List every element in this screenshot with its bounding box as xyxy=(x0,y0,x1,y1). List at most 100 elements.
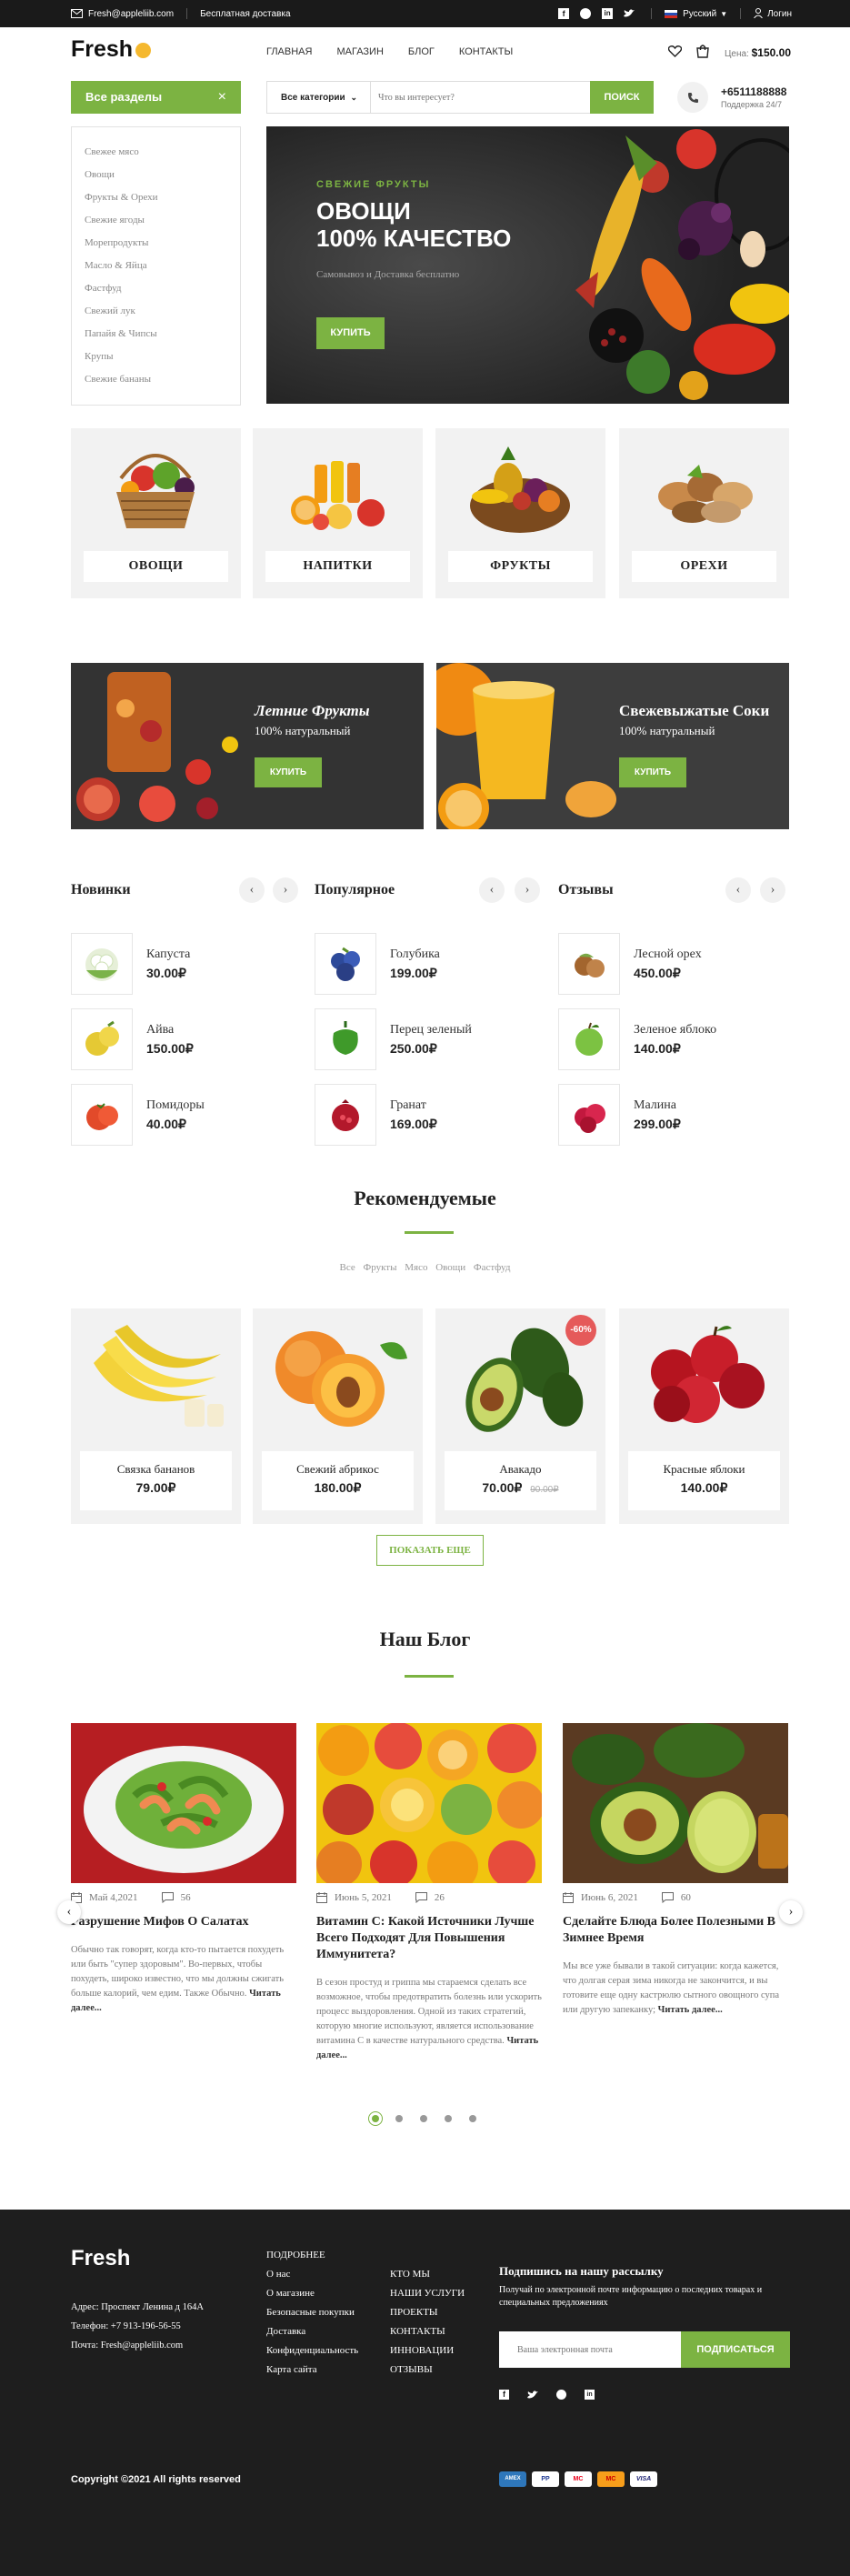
nav-home[interactable]: ГЛАВНАЯ xyxy=(266,46,312,57)
close-icon[interactable]: × xyxy=(218,81,226,114)
category-item[interactable]: Свежее мясо xyxy=(85,141,240,164)
carousel-dot[interactable] xyxy=(469,2115,476,2122)
category-card-drinks[interactable]: НАПИТКИ xyxy=(253,428,423,598)
footer-link[interactable]: Доставка xyxy=(266,2322,358,2341)
linkedin-icon[interactable]: in xyxy=(585,2390,595,2400)
facebook-icon[interactable]: f xyxy=(558,8,570,19)
footer-logo[interactable]: Fresh xyxy=(71,2246,130,2271)
list-item[interactable]: Малина 299.00₽ xyxy=(558,1084,681,1146)
post-title[interactable]: Витамин С: Какой Источники Лучше Всего П… xyxy=(316,1914,542,1963)
chevron-left-icon[interactable]: ‹ xyxy=(479,877,505,903)
post-title[interactable]: Сделайте Блюда Более Полезными В Зимнее … xyxy=(563,1914,788,1947)
banner-buy-button[interactable]: КУПИТЬ xyxy=(619,757,686,787)
carousel-dot[interactable] xyxy=(420,2115,427,2122)
chevron-left-icon[interactable]: ‹ xyxy=(239,877,265,903)
read-more-link[interactable]: Читать далее... xyxy=(658,2005,723,2015)
cart-icon[interactable] xyxy=(696,45,709,62)
nav-shop[interactable]: МАГАЗИН xyxy=(336,46,383,57)
category-card-nuts[interactable]: ОРЕХИ xyxy=(619,428,789,598)
category-item[interactable]: Крупы xyxy=(85,346,240,368)
category-item[interactable]: Овощи xyxy=(85,164,240,186)
carousel-dot[interactable] xyxy=(395,2115,403,2122)
login-link[interactable]: Логин xyxy=(767,9,792,19)
footer-link[interactable]: Безопасные покупки xyxy=(266,2303,358,2322)
hero-buy-button[interactable]: КУПИТЬ xyxy=(316,317,385,349)
all-categories-button[interactable]: Все разделы × xyxy=(71,81,241,114)
category-item[interactable]: Морепродукты xyxy=(85,232,240,255)
list-item[interactable]: Помидоры 40.00₽ xyxy=(71,1084,205,1146)
category-item[interactable]: Фастфуд xyxy=(85,277,240,300)
category-item[interactable]: Свежий лук xyxy=(85,300,240,323)
subscribe-button[interactable]: ПОДПИСАТЬСЯ xyxy=(681,2331,790,2368)
carousel-dot-active[interactable] xyxy=(368,2111,383,2126)
category-item[interactable]: Папайя & Чипсы xyxy=(85,323,240,346)
chevron-right-icon[interactable]: › xyxy=(760,877,785,903)
linkedin-icon[interactable]: in xyxy=(602,8,614,19)
blog-prev-button[interactable]: ‹ xyxy=(57,1900,81,1924)
list-item[interactable]: Голубика 199.00₽ xyxy=(315,933,440,995)
list-item[interactable]: Перец зеленый 250.00₽ xyxy=(315,1008,472,1070)
product-name: Зеленое яблоко xyxy=(634,1022,717,1037)
blog-post[interactable]: Июнь 5, 2021 26 Витамин С: Какой Источни… xyxy=(316,1723,542,2063)
footer-link[interactable]: Карта сайта xyxy=(266,2360,358,2380)
category-item[interactable]: Фрукты & Орехи xyxy=(85,186,240,209)
whatsapp-icon[interactable] xyxy=(580,8,592,19)
support-phone[interactable]: +6511188888 xyxy=(721,85,786,98)
category-item[interactable]: Масло & Яйца xyxy=(85,255,240,277)
filter-vegetables[interactable]: Овощи xyxy=(435,1262,465,1273)
search-category-select[interactable]: Все категории ⌄ xyxy=(267,82,371,113)
footer-link[interactable]: Конфиденциальность xyxy=(266,2341,358,2360)
list-item[interactable]: Капуста 30.00₽ xyxy=(71,933,190,995)
logo[interactable]: Fresh xyxy=(71,36,152,63)
chevron-right-icon[interactable]: › xyxy=(273,877,298,903)
footer-link[interactable]: ПРОЕКТЫ xyxy=(390,2303,465,2322)
filter-fruits[interactable]: Фрукты xyxy=(364,1262,397,1273)
footer-link[interactable]: О магазине xyxy=(266,2284,358,2303)
footer-link[interactable]: НАШИ УСЛУГИ xyxy=(390,2284,465,2303)
language-select[interactable]: Русский xyxy=(683,9,716,19)
chevron-right-icon[interactable]: › xyxy=(515,877,540,903)
filter-all[interactable]: Все xyxy=(340,1262,355,1273)
footer-link[interactable]: КТО МЫ xyxy=(390,2265,465,2284)
featured-product-card[interactable]: Связка бананов 79.00₽ xyxy=(71,1308,241,1524)
search-button[interactable]: ПОИСК xyxy=(590,81,654,114)
list-item[interactable]: Гранат 169.00₽ xyxy=(315,1084,437,1146)
footer-link[interactable]: КОНТАКТЫ xyxy=(390,2322,465,2341)
newsletter-email-input[interactable] xyxy=(499,2331,681,2368)
list-item[interactable]: Лесной орех 450.00₽ xyxy=(558,933,702,995)
banner-buy-button[interactable]: КУПИТЬ xyxy=(255,757,322,787)
post-title[interactable]: Разрушение Мифов О Салатах xyxy=(71,1914,296,1930)
cart-total[interactable]: Цена: $150.00 xyxy=(725,46,791,59)
category-item[interactable]: Свежие бананы xyxy=(85,368,240,391)
topbar-email[interactable]: Fresh@appleliib.com xyxy=(88,9,174,19)
blog-next-button[interactable]: › xyxy=(779,1900,803,1924)
footer-link[interactable]: ОТЗЫВЫ xyxy=(390,2360,465,2380)
blog-post[interactable]: Июнь 6, 2021 60 Сделайте Блюда Более Пол… xyxy=(563,1723,788,2018)
list-item[interactable]: Айва 150.00₽ xyxy=(71,1008,194,1070)
chevron-left-icon[interactable]: ‹ xyxy=(725,877,751,903)
filter-fastfood[interactable]: Фастфуд xyxy=(474,1262,511,1273)
carousel-dot[interactable] xyxy=(445,2115,452,2122)
whatsapp-icon[interactable] xyxy=(556,2390,566,2400)
promo-banner-summer-fruits[interactable]: Летние Фрукты 100% натуральный КУПИТЬ xyxy=(71,663,424,829)
featured-product-card[interactable]: Свежий абрикос 180.00₽ xyxy=(253,1308,423,1524)
twitter-icon[interactable] xyxy=(624,9,635,19)
show-more-button[interactable]: ПОКАЗАТЬ ЕЩЕ xyxy=(376,1535,484,1566)
facebook-icon[interactable]: f xyxy=(499,2390,509,2400)
blog-post[interactable]: Май 4,2021 56 Разрушение Мифов О Салатах… xyxy=(71,1723,296,2016)
filter-meat[interactable]: Мясо xyxy=(405,1262,427,1273)
category-item[interactable]: Свежие ягоды xyxy=(85,209,240,232)
category-card-fruits[interactable]: ФРУКТЫ xyxy=(435,428,605,598)
twitter-icon[interactable] xyxy=(527,2388,538,2401)
featured-product-card[interactable]: -60% Авакадо 70.00₽ 90.00₽ xyxy=(435,1308,605,1524)
footer-link[interactable]: О нас xyxy=(266,2265,358,2284)
nav-blog[interactable]: БЛОГ xyxy=(408,46,435,57)
search-input[interactable] xyxy=(378,82,578,113)
nav-contacts[interactable]: КОНТАКТЫ xyxy=(459,46,513,57)
footer-link[interactable]: ИННОВАЦИИ xyxy=(390,2341,465,2360)
category-card-vegetables[interactable]: ОВОЩИ xyxy=(71,428,241,598)
list-item[interactable]: Зеленое яблоко 140.00₽ xyxy=(558,1008,716,1070)
promo-banner-fresh-juice[interactable]: Свежевыжатые Соки 100% натуральный КУПИТ… xyxy=(436,663,789,829)
wishlist-icon[interactable] xyxy=(667,45,683,61)
featured-product-card[interactable]: Красные яблоки 140.00₽ xyxy=(619,1308,789,1524)
